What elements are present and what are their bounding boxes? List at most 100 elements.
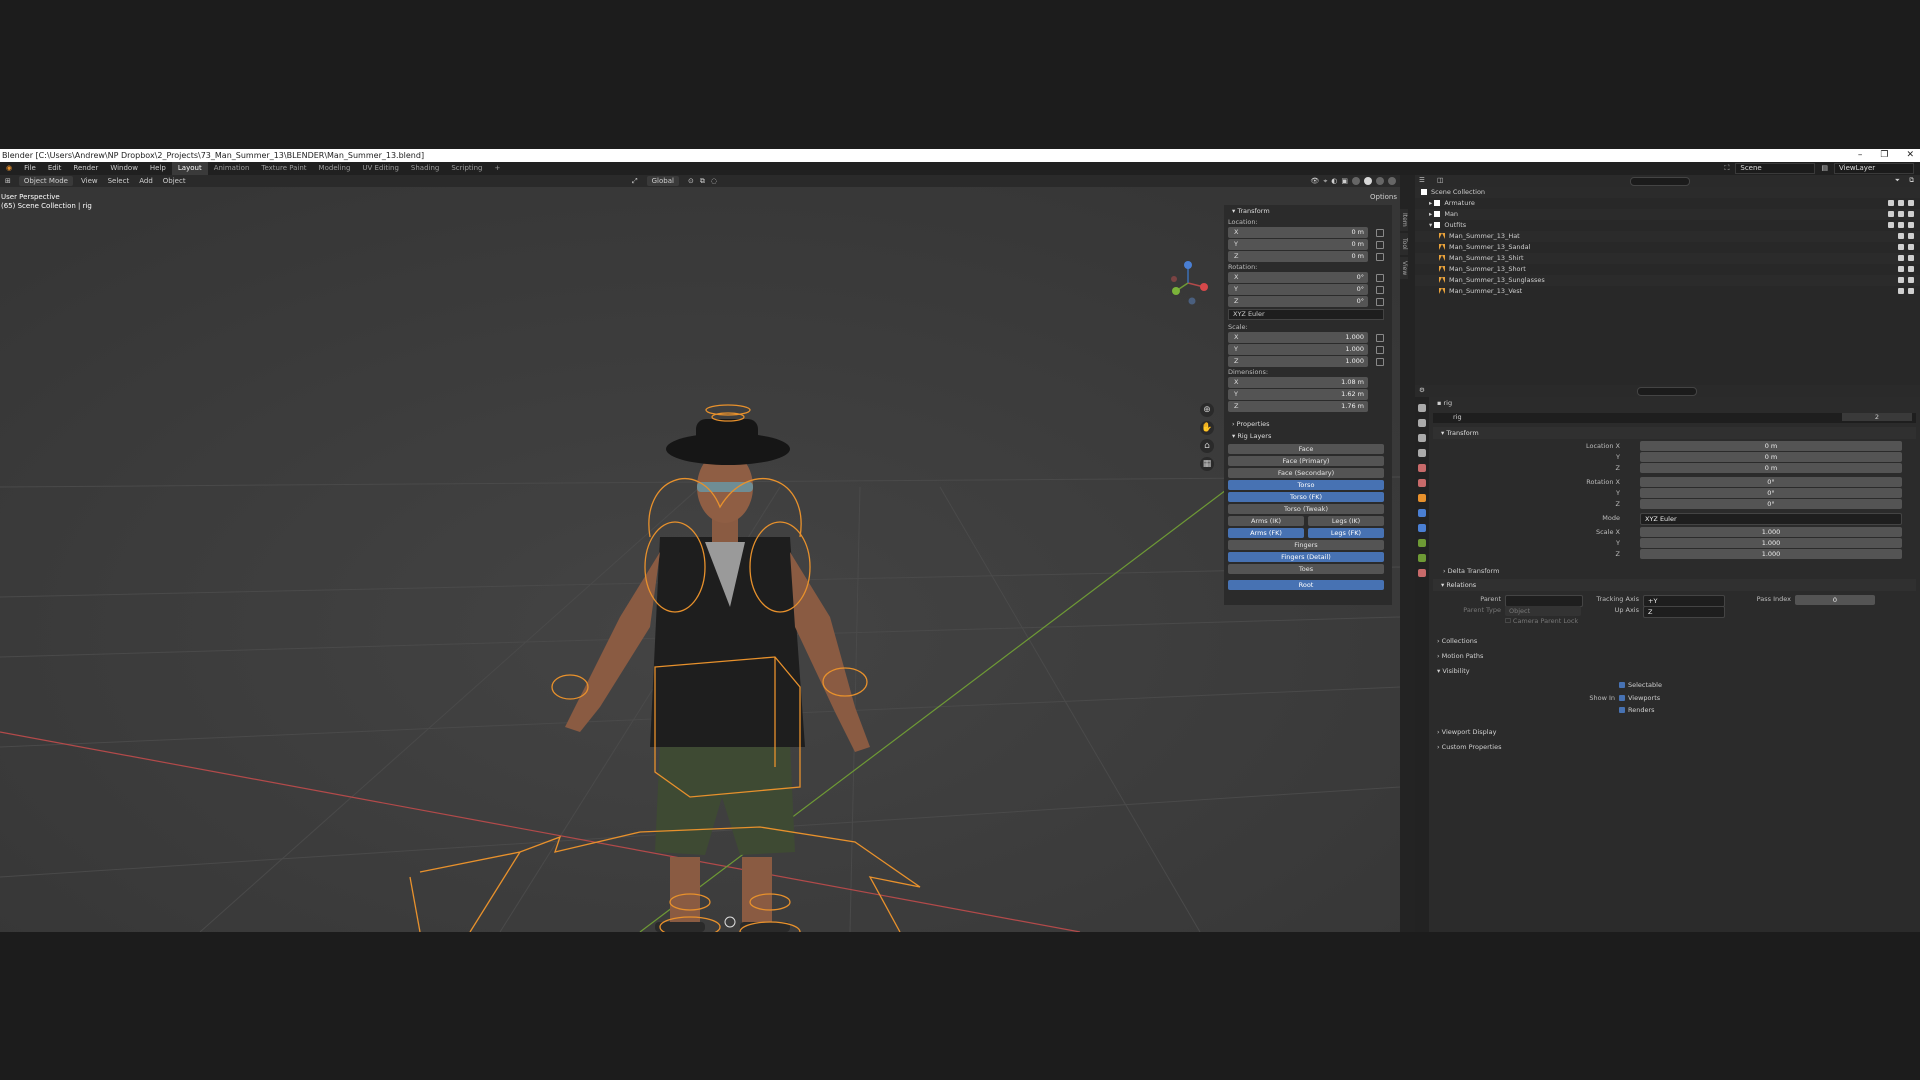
rig-layer-face-secondary[interactable]: Face (Secondary) bbox=[1228, 468, 1384, 478]
filter-icon[interactable]: ⏷ bbox=[1895, 176, 1900, 185]
render-icon[interactable] bbox=[1908, 200, 1914, 206]
prop-scale-x[interactable]: Scale X 1.000 bbox=[1429, 527, 1920, 537]
rig-layer-arms-ik[interactable]: Arms (IK) bbox=[1228, 516, 1304, 526]
menu-view[interactable]: View bbox=[76, 175, 103, 187]
render-icon[interactable] bbox=[1908, 266, 1914, 272]
gizmo-toggle-icon[interactable]: ⌖ bbox=[1323, 175, 1327, 187]
editor-type-icon[interactable]: ⊞ bbox=[0, 175, 16, 187]
rig-layer-arms-fk[interactable]: Arms (FK) bbox=[1228, 528, 1304, 538]
prop-rotation-z[interactable]: Z 0° bbox=[1429, 499, 1920, 509]
eye-icon[interactable] bbox=[1898, 255, 1904, 261]
view-layer-tab-icon[interactable] bbox=[1418, 449, 1426, 457]
rig-layer-fingers[interactable]: Fingers bbox=[1228, 540, 1384, 550]
eye-icon[interactable] bbox=[1898, 211, 1904, 217]
overlay-toggle-icon[interactable]: ◐ bbox=[1331, 175, 1337, 187]
rotation-z-field[interactable]: Z 0° bbox=[1228, 296, 1384, 307]
scale-z-field[interactable]: Z 1.000 bbox=[1228, 356, 1384, 367]
view-layer-selector[interactable]: ViewLayer bbox=[1834, 163, 1914, 174]
menu-select[interactable]: Select bbox=[103, 175, 135, 187]
scene-tab-icon[interactable] bbox=[1418, 464, 1426, 472]
lock-icon[interactable] bbox=[1376, 253, 1384, 261]
object-name-field[interactable]: rig 2 bbox=[1433, 413, 1916, 423]
menu-edit[interactable]: Edit bbox=[42, 162, 68, 175]
prop-location-z[interactable]: Z0 m bbox=[1429, 463, 1920, 473]
prop-location-y[interactable]: Y0 m bbox=[1429, 452, 1920, 462]
location-z-field[interactable]: Z0 m bbox=[1228, 251, 1384, 262]
rig-layers-header[interactable]: ▾ Rig Layers bbox=[1224, 430, 1392, 442]
workspace-tab-scripting[interactable]: Scripting bbox=[445, 162, 488, 175]
exclude-checkbox[interactable] bbox=[1888, 211, 1894, 217]
rig-layer-face[interactable]: Face bbox=[1228, 444, 1384, 454]
view-layer-icon[interactable]: ▤ bbox=[1821, 162, 1828, 175]
snap-icon[interactable]: ⧉ bbox=[700, 175, 705, 187]
parent-type-select[interactable]: Object bbox=[1505, 606, 1581, 616]
sidebar-tab-view[interactable]: View bbox=[1400, 257, 1408, 279]
rig-layer-face-primary[interactable]: Face (Primary) bbox=[1228, 456, 1384, 466]
outliner-scene-collection[interactable]: Scene Collection bbox=[1415, 187, 1920, 198]
zoom-icon[interactable]: ⊕ bbox=[1200, 403, 1214, 417]
world-tab-icon[interactable] bbox=[1418, 479, 1426, 487]
menu-window[interactable]: Window bbox=[104, 162, 144, 175]
properties-header[interactable]: › Properties bbox=[1224, 418, 1392, 430]
orientation-icon[interactable]: ⤢ bbox=[632, 175, 638, 187]
render-icon[interactable] bbox=[1908, 222, 1914, 228]
prop-rotation-x[interactable]: Rotation X 0° bbox=[1429, 477, 1920, 487]
camera-parent-lock-checkbox[interactable]: ☐ Camera Parent Lock bbox=[1505, 617, 1578, 625]
rig-layer-torso[interactable]: Torso bbox=[1228, 480, 1384, 490]
camera-parent-lock-row[interactable]: ☐ Camera Parent Lock bbox=[1429, 617, 1920, 627]
motion-paths-header[interactable]: › Motion Paths bbox=[1429, 650, 1920, 662]
navigation-gizmo[interactable] bbox=[1166, 261, 1210, 305]
scale-y-field[interactable]: Y 1.000 bbox=[1228, 344, 1384, 355]
object-tab-icon[interactable] bbox=[1418, 494, 1426, 502]
3d-viewport[interactable]: User Perspective (65) Scene Collection |… bbox=[0, 187, 1400, 932]
physics-tab-icon[interactable] bbox=[1418, 524, 1426, 532]
prop-rotation-y[interactable]: Y 0° bbox=[1429, 488, 1920, 498]
eye-icon[interactable] bbox=[1898, 288, 1904, 294]
outliner-item-hat[interactable]: Man_Summer_13_Hat bbox=[1415, 231, 1920, 242]
material-shading-icon[interactable] bbox=[1376, 177, 1384, 185]
pan-hand-icon[interactable]: ✋ bbox=[1200, 421, 1214, 435]
workspace-tab-animation[interactable]: Animation bbox=[208, 162, 256, 175]
dimensions-x-field[interactable]: X 1.08 m bbox=[1228, 377, 1368, 388]
dimensions-y-field[interactable]: Y 1.62 m bbox=[1228, 389, 1368, 400]
rotation-x-field[interactable]: X 0° bbox=[1228, 272, 1384, 283]
render-icon[interactable] bbox=[1908, 233, 1914, 239]
eye-icon[interactable] bbox=[1898, 266, 1904, 272]
prop-scale-y[interactable]: Y 1.000 bbox=[1429, 538, 1920, 548]
prop-location-x[interactable]: Location X0 m bbox=[1429, 441, 1920, 451]
menu-render[interactable]: Render bbox=[67, 162, 104, 175]
outliner-item-armature[interactable]: ▸ Armature bbox=[1415, 198, 1920, 209]
prop-scale-z[interactable]: Z 1.000 bbox=[1429, 549, 1920, 559]
selectable-checkbox[interactable]: Selectable bbox=[1619, 681, 1662, 689]
camera-view-icon[interactable]: ⌂ bbox=[1200, 439, 1214, 453]
modifier-tab-icon[interactable] bbox=[1418, 509, 1426, 517]
rendered-shading-icon[interactable] bbox=[1388, 177, 1396, 185]
outliner-item-shirt[interactable]: Man_Summer_13_Shirt bbox=[1415, 253, 1920, 264]
show-in-renders-row[interactable]: Renders bbox=[1429, 706, 1920, 716]
render-tab-icon[interactable] bbox=[1418, 419, 1426, 427]
constraints-tab-icon[interactable] bbox=[1418, 539, 1426, 547]
texture-tab-icon[interactable] bbox=[1418, 569, 1426, 577]
menu-help[interactable]: Help bbox=[144, 162, 172, 175]
scene-icon[interactable]: ⛶ bbox=[1724, 162, 1729, 175]
rotation-mode-select[interactable]: XYZ Euler bbox=[1228, 309, 1384, 320]
data-tab-icon[interactable] bbox=[1418, 554, 1426, 562]
lock-icon[interactable] bbox=[1376, 334, 1384, 342]
rig-layer-legs-ik[interactable]: Legs (IK) bbox=[1308, 516, 1384, 526]
rig-layer-toes[interactable]: Toes bbox=[1228, 564, 1384, 574]
rig-layer-torso-tweak[interactable]: Torso (Tweak) bbox=[1228, 504, 1384, 514]
relations-section-header[interactable]: ▾ Relations bbox=[1433, 579, 1916, 591]
lock-icon[interactable] bbox=[1376, 274, 1384, 282]
collections-header[interactable]: › Collections bbox=[1429, 635, 1920, 647]
output-tab-icon[interactable] bbox=[1418, 434, 1426, 442]
rig-layer-torso-fk[interactable]: Torso (FK) bbox=[1228, 492, 1384, 502]
render-icon[interactable] bbox=[1908, 288, 1914, 294]
viewport-display-header[interactable]: › Viewport Display bbox=[1429, 726, 1920, 738]
scene-selector[interactable]: Scene bbox=[1735, 163, 1816, 174]
pivot-icon[interactable]: ⊙ bbox=[688, 175, 694, 187]
prop-rotation-mode[interactable]: Mode XYZ Euler bbox=[1429, 513, 1920, 525]
lock-icon[interactable] bbox=[1376, 298, 1384, 306]
options-dropdown[interactable]: Options bbox=[1370, 193, 1397, 201]
viewports-checkbox[interactable]: Viewports bbox=[1619, 694, 1660, 702]
display-mode-icon[interactable]: ◫ bbox=[1437, 176, 1443, 184]
